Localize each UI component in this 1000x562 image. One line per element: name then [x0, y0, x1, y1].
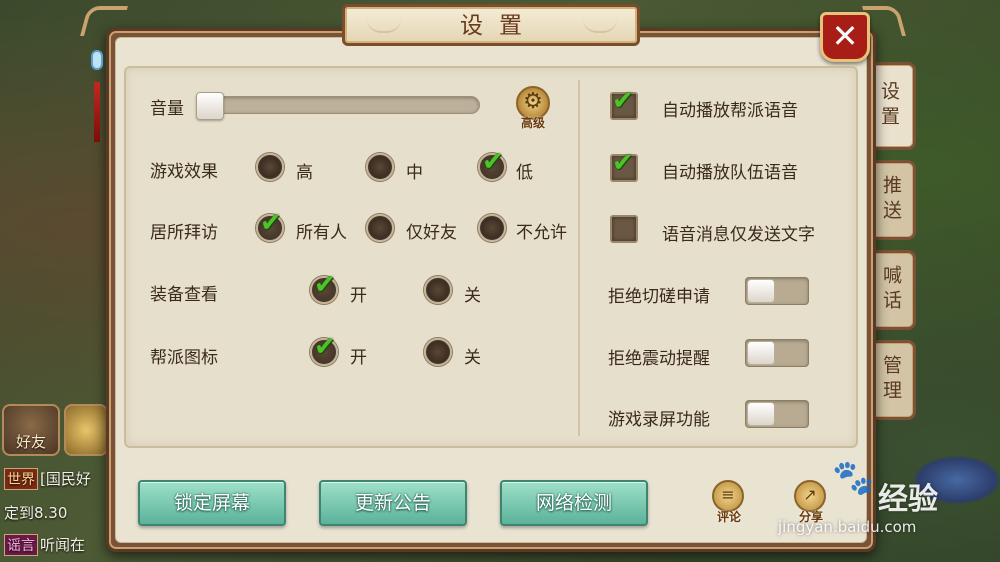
close-icon: ✕ [831, 17, 859, 55]
tab-push[interactable]: 推送 [870, 160, 916, 240]
panel-title: 设置 [460, 13, 538, 39]
toggle-screen-record[interactable] [745, 400, 809, 428]
toggle-knob [747, 402, 775, 426]
comment-button[interactable]: ≡ 评论 [710, 480, 748, 528]
checkbox-team-voice[interactable]: ✔ [610, 148, 638, 182]
network-check-button[interactable]: 网络检测 [500, 480, 648, 526]
radio-effect-medium[interactable] [366, 153, 394, 181]
checkbox-team-voice-label: 自动播放队伍语音 [662, 163, 798, 183]
friends-label: 好友 [15, 433, 46, 451]
checkbox-guild-voice-label: 自动播放帮派语音 [662, 101, 798, 121]
tab-manage-label: 管理 [880, 355, 902, 405]
toggle-reject-vibrate-label: 拒绝震动提醒 [608, 349, 710, 369]
guild-icon-label: 帮派图标 [150, 348, 218, 368]
chat-line[interactable]: 定到8.30 [4, 502, 67, 523]
jade-pendant-icon [88, 40, 106, 144]
volume-slider[interactable] [198, 96, 480, 114]
settings-content [124, 66, 858, 448]
share-button[interactable]: ↗ 分享 [792, 480, 830, 528]
title-plate: 设置 [342, 4, 640, 46]
tab-push-label: 推送 [880, 175, 902, 225]
radio-effect-medium-label: 中 [406, 163, 423, 183]
game-effect-label: 游戏效果 [150, 162, 218, 182]
radio-guild-off[interactable] [424, 338, 452, 366]
radio-guild-on[interactable]: ✔ [310, 332, 338, 366]
update-notice-button[interactable]: 更新公告 [319, 480, 467, 526]
toggle-reject-vibrate[interactable] [745, 339, 809, 367]
friends-button[interactable]: 好友 [2, 404, 60, 456]
lock-screen-label: 锁定屏幕 [173, 492, 250, 514]
volume-slider-knob[interactable] [196, 92, 224, 120]
radio-visit-none[interactable] [478, 214, 506, 242]
radio-equip-on-label: 开 [350, 286, 367, 306]
column-divider [578, 80, 580, 436]
checkmark-icon: ✔ [612, 148, 634, 178]
radio-guild-on-label: 开 [350, 348, 367, 368]
chat-tag-world: 世界 [4, 468, 38, 490]
radio-equip-off[interactable] [424, 276, 452, 304]
advanced-button[interactable]: ⚙ 高级 [512, 86, 554, 130]
radio-equip-off-label: 关 [464, 286, 481, 306]
equip-view-label: 装备查看 [150, 285, 218, 305]
share-label: 分享 [798, 510, 823, 524]
checkbox-guild-voice[interactable]: ✔ [610, 86, 638, 120]
tab-manage[interactable]: 管理 [870, 340, 916, 420]
tab-shout-label: 喊话 [880, 265, 902, 315]
radio-visit-friends[interactable] [366, 214, 394, 242]
radio-visit-none-label: 不允许 [516, 223, 567, 243]
lock-screen-button[interactable]: 锁定屏幕 [138, 480, 286, 526]
checkmark-icon: ✔ [482, 147, 504, 177]
close-button[interactable]: ✕ [820, 12, 870, 62]
chat-text: 听闻在 [40, 536, 86, 554]
checkbox-voice-text-only[interactable] [610, 215, 638, 243]
toggle-screen-record-label: 游戏录屏功能 [608, 410, 710, 430]
map-portal-icon [912, 455, 1000, 505]
chat-text: 定到8.30 [4, 504, 68, 522]
checkmark-icon: ✔ [314, 332, 336, 362]
chat-bubble-icon[interactable] [64, 404, 108, 456]
update-notice-label: 更新公告 [354, 492, 431, 514]
advanced-label: 高级 [520, 116, 545, 130]
checkmark-icon: ✔ [260, 208, 282, 238]
radio-visit-friends-label: 仅好友 [406, 223, 457, 243]
toggle-knob [747, 341, 775, 365]
game-screen: 好友 世界 [国民好 定到8.30 谣言 听闻在 设置 推送 喊话 管理 设置 ✕ [0, 0, 1000, 562]
checkbox-voice-text-only-label: 语音消息仅发送文字 [662, 225, 815, 245]
chat-line[interactable]: 谣言 听闻在 [4, 534, 85, 556]
radio-visit-everyone[interactable]: ✔ [256, 208, 284, 242]
chat-line[interactable]: 世界 [国民好 [4, 468, 91, 490]
toggle-reject-duel-label: 拒绝切磋申请 [608, 287, 710, 307]
radio-effect-low[interactable]: ✔ [478, 147, 506, 181]
toggle-knob [747, 279, 775, 303]
chat-tag-rumor: 谣言 [4, 534, 38, 556]
comment-label: 评论 [716, 510, 741, 524]
tab-shout[interactable]: 喊话 [870, 250, 916, 330]
toggle-reject-duel[interactable] [745, 277, 809, 305]
radio-equip-on[interactable]: ✔ [310, 270, 338, 304]
frame-ornament [79, 6, 129, 36]
radio-effect-low-label: 低 [516, 163, 533, 183]
radio-guild-off-label: 关 [464, 348, 481, 368]
residence-visit-label: 居所拜访 [150, 223, 218, 243]
radio-effect-high-label: 高 [296, 163, 313, 183]
radio-visit-everyone-label: 所有人 [296, 223, 347, 243]
checkmark-icon: ✔ [314, 270, 336, 300]
volume-label: 音量 [150, 99, 184, 119]
checkmark-icon: ✔ [612, 86, 634, 116]
network-check-label: 网络检测 [535, 492, 612, 514]
chat-text: [国民好 [40, 470, 91, 488]
radio-effect-high[interactable] [256, 153, 284, 181]
